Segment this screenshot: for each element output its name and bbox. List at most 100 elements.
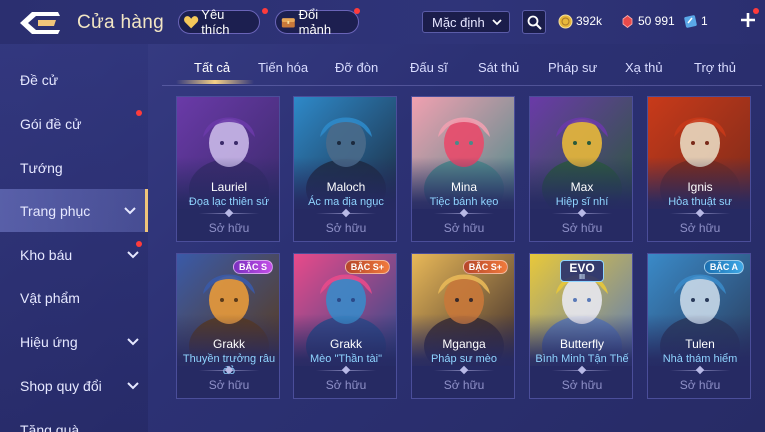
sidebar-item-label: Tướng: [20, 159, 63, 176]
sidebar-item-gift[interactable]: Tặng quà: [0, 408, 148, 432]
exchange-notification-dot: [354, 8, 360, 14]
sidebar-item-label: Shop quy đổi: [20, 377, 102, 394]
owned-status: Sở hữu: [208, 378, 250, 392]
favorite-label: Yêu thích: [201, 7, 230, 37]
tier-badge: BẬC S: [232, 260, 273, 274]
owned-status: Sở hữu: [561, 378, 603, 392]
tier-badge: BẬC A: [703, 260, 744, 274]
red-gem-icon: [622, 14, 633, 28]
tab-fighter[interactable]: Đấu sĩ: [410, 60, 448, 75]
chevron-down-icon: [492, 19, 502, 26]
skin-name: Hiệp sĩ nhí: [555, 196, 609, 208]
skin-card[interactable]: BẬC S+ Grakk Mèo "Thần tài" Sở hữu: [293, 253, 397, 399]
sidebar-item-label: Đề cử: [20, 71, 59, 88]
gold-coin-icon: [558, 14, 573, 28]
sidebar-item-exchange-shop[interactable]: Shop quy đổi: [0, 364, 148, 407]
search-button[interactable]: [522, 10, 546, 34]
voucher-balance: 1: [683, 12, 708, 30]
sidebar-item-recommended-bundles[interactable]: Gói đề cử: [0, 102, 148, 145]
back-button[interactable]: [18, 10, 62, 36]
owned-status: Sở hữu: [208, 221, 250, 235]
owned-status: Sở hữu: [443, 221, 485, 235]
skin-card[interactable]: EVO III Butterfly Bình Minh Tận Thế Sở hữu: [529, 253, 633, 399]
exchange-fragments-button[interactable]: Đổi mảnh: [275, 7, 359, 37]
skin-card[interactable]: Maloch Ác ma địa ngục Sở hữu: [293, 96, 397, 242]
skin-card[interactable]: Max Hiệp sĩ nhí Sở hữu: [529, 96, 633, 242]
treasure-chest-icon: [281, 18, 295, 28]
sidebar-item-recommended[interactable]: Đề cử: [0, 58, 148, 101]
hero-name: Ignis: [687, 180, 713, 194]
skin-name: Tiệc bánh kẹo: [429, 196, 499, 208]
gem-balance: 50 991: [620, 12, 675, 30]
hero-name: Tulen: [685, 337, 715, 351]
search-icon: [527, 15, 542, 30]
skin-card[interactable]: Lauriel Đọa lạc thiên sứ Sở hữu: [176, 96, 280, 242]
back-arrow-icon: [20, 12, 60, 34]
sidebar-item-label: Tặng quà: [20, 421, 80, 432]
favorite-notification-dot: [262, 8, 268, 14]
skin-card[interactable]: BẬC A Tulen Nhà thám hiểm Sở hữu: [647, 253, 751, 399]
hero-name: Grakk: [212, 337, 245, 351]
owned-status: Sở hữu: [325, 378, 367, 392]
sidebar: Đề cử Gói đề cử Tướng Trang phục Kho báu…: [0, 44, 148, 432]
skin-card[interactable]: BẬC S+ Mganga Pháp sư mèo Sở hữu: [411, 253, 515, 399]
favorite-button[interactable]: Yêu thích: [178, 7, 260, 37]
category-tabs: Tất cả Tiến hóa Đỡ đòn Đấu sĩ Sát thủ Ph…: [162, 50, 762, 86]
voucher-amount: 1: [701, 14, 708, 28]
skin-name: Pháp sư mèo: [430, 353, 498, 365]
gold-amount: 392k: [576, 14, 603, 28]
chevron-down-icon: [127, 251, 139, 259]
tab-assassin[interactable]: Sát thủ: [478, 60, 519, 75]
top-bar: Cửa hàng Yêu thích Đổi mảnh Mặc định 392…: [0, 0, 765, 44]
skin-name: Hỏa thuật sư: [668, 196, 732, 208]
sidebar-item-treasure[interactable]: Kho báu: [0, 233, 148, 276]
hero-name: Lauriel: [210, 180, 248, 194]
hero-name: Max: [570, 180, 594, 194]
voucher-icon: [684, 14, 697, 28]
sidebar-item-skins[interactable]: Trang phục: [0, 189, 148, 232]
tab-evolution[interactable]: Tiến hóa: [258, 60, 308, 75]
sidebar-item-label: Vật phẩm: [20, 289, 80, 306]
owned-status: Sở hữu: [443, 378, 485, 392]
chevron-down-icon: [124, 207, 136, 215]
tier-badge: BẬC S+: [462, 260, 508, 274]
exchange-label: Đổi mảnh: [298, 7, 332, 37]
evo-tier-badge: EVO III: [560, 260, 604, 282]
sidebar-item-items[interactable]: Vật phẩm: [0, 276, 148, 319]
tab-marksman[interactable]: Xạ thủ: [625, 60, 663, 75]
owned-status: Sở hữu: [325, 221, 367, 235]
skin-name: Đọa lạc thiên sứ: [188, 196, 270, 208]
owned-status: Sở hữu: [561, 221, 603, 235]
sort-value: Mặc định: [432, 14, 485, 30]
tab-support[interactable]: Trợ thủ: [694, 60, 736, 75]
sidebar-item-label: Trang phục: [20, 202, 91, 219]
skin-name: Mèo "Thần tài": [309, 353, 382, 365]
tab-mage[interactable]: Pháp sư: [548, 60, 597, 75]
skin-card[interactable]: Ignis Hỏa thuật sư Sở hữu: [647, 96, 751, 242]
skin-card[interactable]: Mina Tiệc bánh kẹo Sở hữu: [411, 96, 515, 242]
tab-tank[interactable]: Đỡ đòn: [335, 60, 378, 75]
owned-status: Sở hữu: [679, 378, 721, 392]
page-title: Cửa hàng: [77, 12, 164, 33]
hero-name: Maloch: [326, 180, 366, 194]
notification-dot: [136, 110, 142, 116]
tab-all[interactable]: Tất cả: [194, 60, 230, 75]
sidebar-item-label: Gói đề cử: [20, 115, 82, 132]
hero-name: Butterfly: [559, 337, 604, 351]
sort-dropdown[interactable]: Mặc định: [422, 11, 510, 33]
active-tab-indicator: [176, 80, 254, 84]
skin-name: Nhà thám hiểm: [662, 353, 738, 365]
skin-card[interactable]: BẬC SGrakkThuyền trưởng râu đỏSở hữu: [176, 253, 280, 399]
hero-name: Grakk: [329, 337, 362, 351]
hero-name: Mina: [450, 180, 477, 194]
sidebar-item-effects[interactable]: Hiệu ứng: [0, 320, 148, 363]
owned-status: Sở hữu: [679, 221, 721, 235]
sidebar-item-heroes[interactable]: Tướng: [0, 146, 148, 189]
add-notification-dot: [753, 8, 759, 14]
tier-badge: BẬC S+: [344, 260, 390, 274]
heart-icon: [184, 16, 199, 29]
skin-name: Ác ma địa ngục: [308, 196, 384, 208]
sidebar-item-label: Kho báu: [20, 246, 73, 263]
chevron-down-icon: [127, 338, 139, 346]
gold-balance: 392k: [558, 12, 602, 30]
